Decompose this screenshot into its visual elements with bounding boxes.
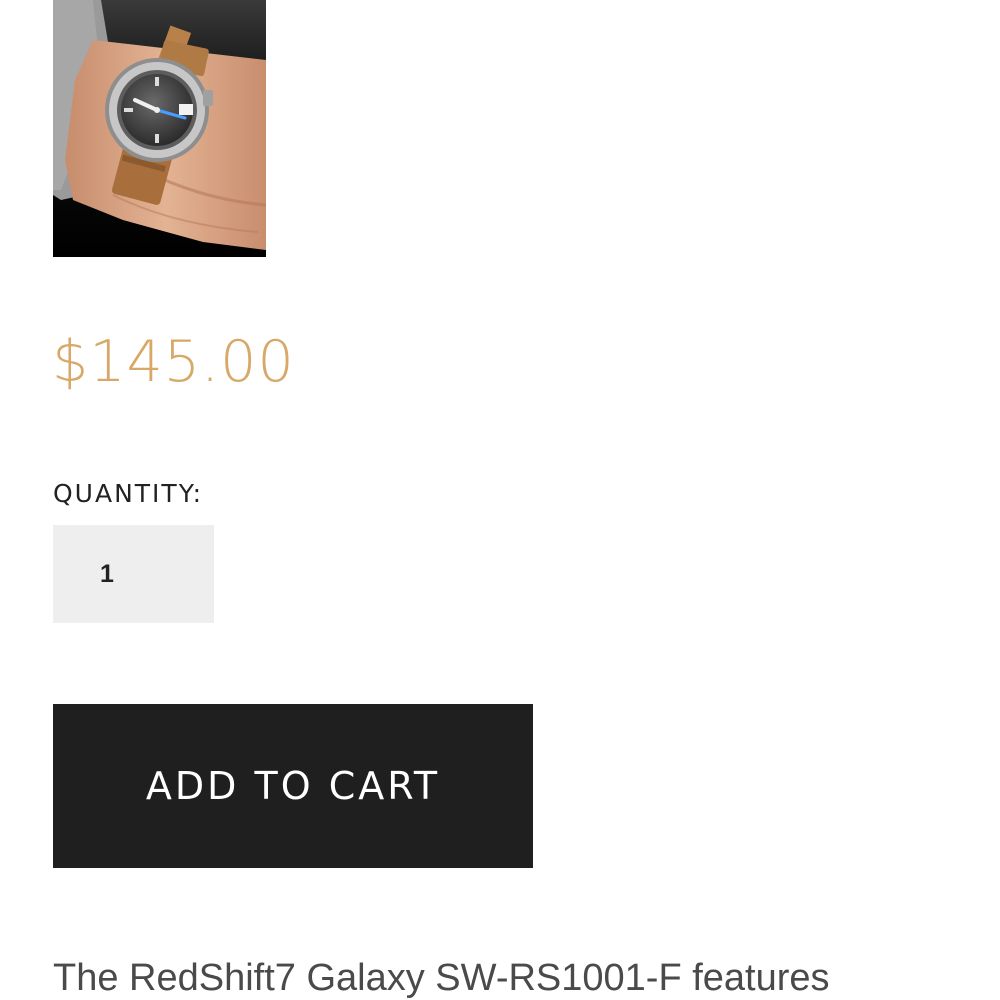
product-page: $145.00 QUANTITY: ADD TO CART The RedShi… — [0, 0, 1000, 1000]
watch-on-wrist-image — [53, 0, 266, 257]
quantity-label: QUANTITY: — [53, 479, 204, 508]
product-price: $145.00 — [52, 329, 295, 395]
quantity-input[interactable] — [53, 525, 214, 623]
add-to-cart-button[interactable]: ADD TO CART — [53, 704, 533, 868]
product-description: The RedShift7 Galaxy SW-RS1001-F feature… — [53, 957, 830, 999]
product-image[interactable] — [53, 0, 266, 257]
